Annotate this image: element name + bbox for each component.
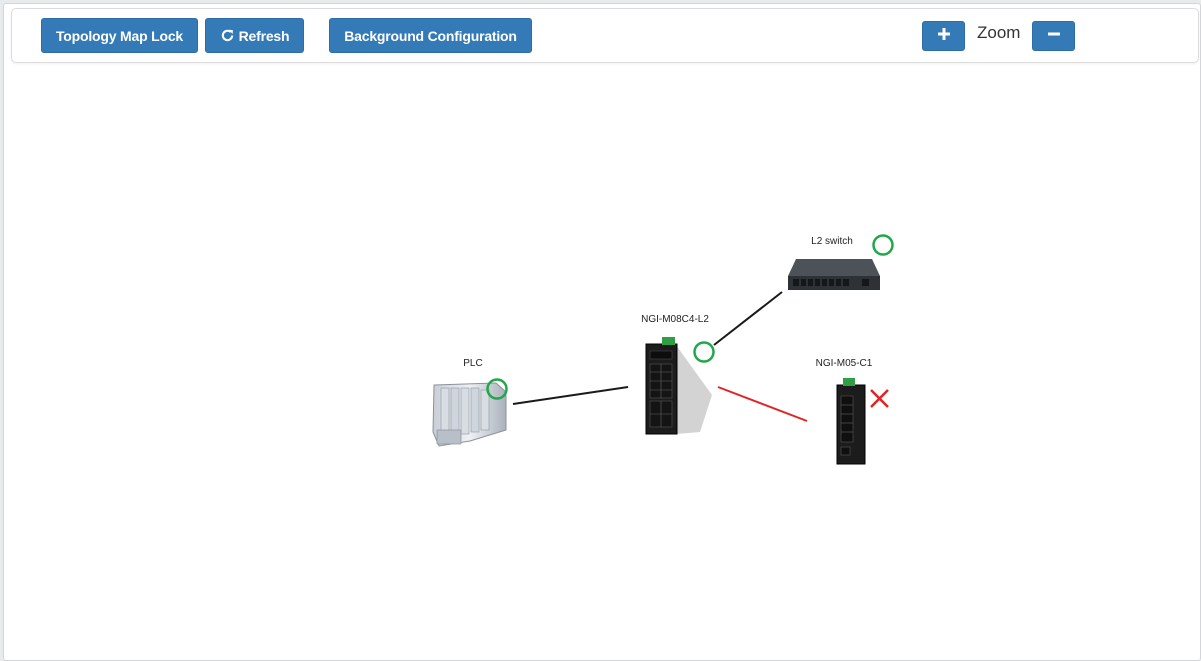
link-plc-ngi-m08c4-l2[interactable] xyxy=(512,386,629,405)
node-label-ngi-m05-c1: NGI-M05-C1 xyxy=(816,358,873,369)
status-ok-icon xyxy=(872,234,894,256)
node-ngi-m08c4-l2[interactable]: NGI-M08C4-L2 xyxy=(641,314,715,435)
node-label-plc: PLC xyxy=(463,358,482,369)
node-ngi-m05-c1[interactable]: NGI-M05-C1 xyxy=(816,358,889,465)
node-label-l2-switch: L2 switch xyxy=(811,236,853,247)
plc-device-image xyxy=(432,382,507,447)
status-down-icon xyxy=(870,389,889,408)
topology-canvas[interactable]: PLC NGI-M08C4-L2 L2 switch NGI-M05-C1 xyxy=(0,0,1201,661)
industrial-switch-small-image xyxy=(836,378,866,465)
link-ngi-m08c4-l2-l2-switch[interactable] xyxy=(713,291,783,346)
node-label-ngi-m08c4-l2: NGI-M08C4-L2 xyxy=(641,314,709,325)
node-plc[interactable]: PLC xyxy=(432,358,508,447)
industrial-switch-image xyxy=(645,337,712,435)
status-ok-icon xyxy=(693,341,715,363)
desktop-switch-image xyxy=(788,259,880,290)
node-l2-switch[interactable]: L2 switch xyxy=(788,234,894,291)
link-ngi-m08c4-l2-ngi-m05-c1[interactable] xyxy=(717,386,808,422)
